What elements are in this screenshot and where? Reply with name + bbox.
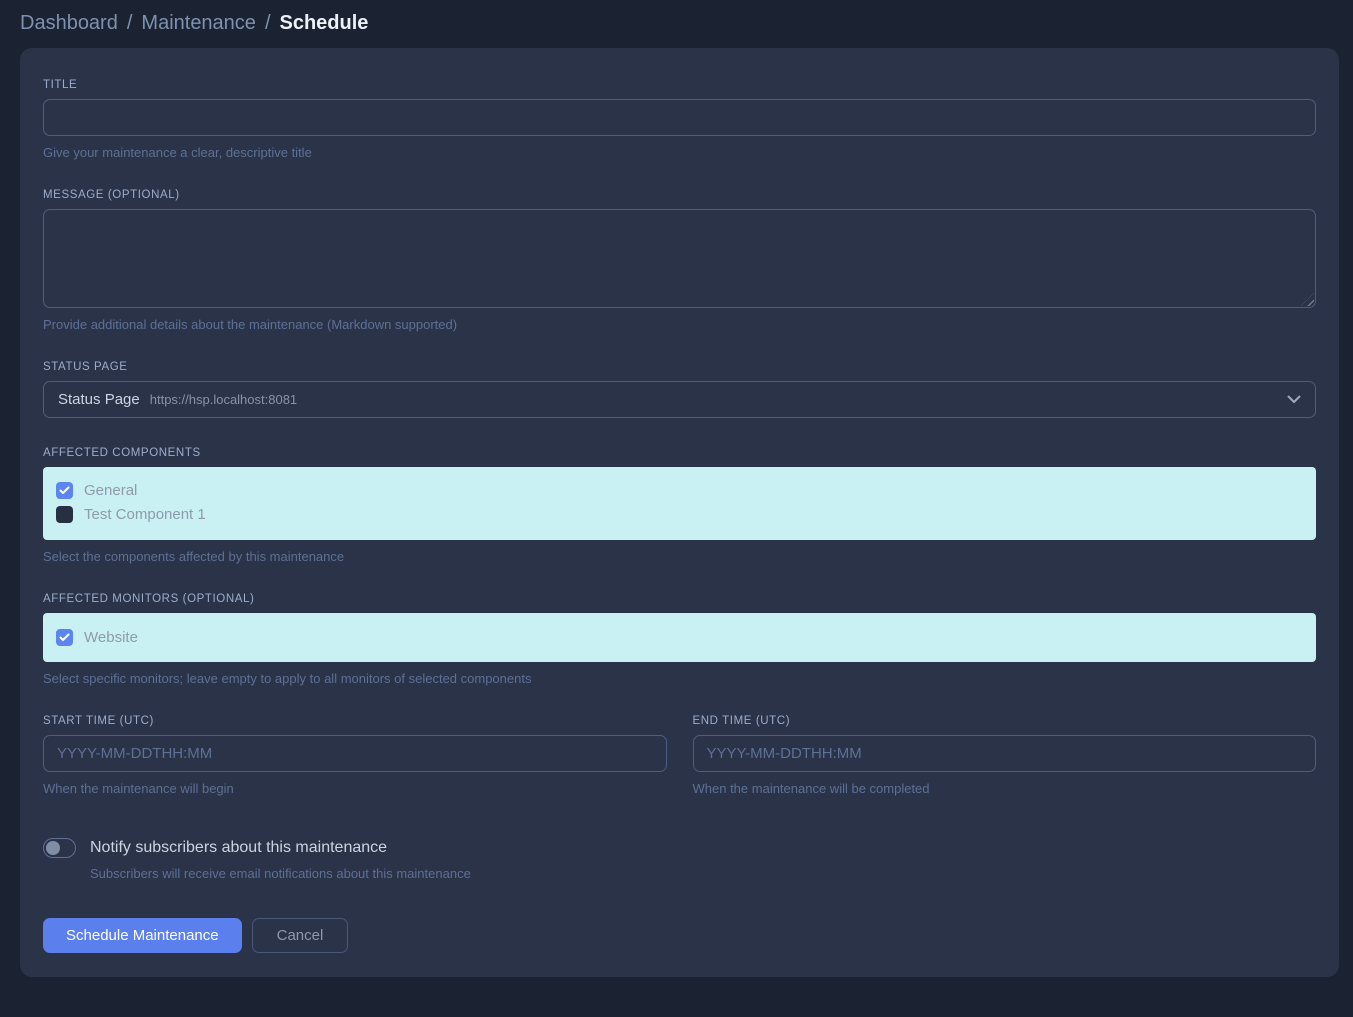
breadcrumb-dashboard[interactable]: Dashboard — [20, 12, 118, 35]
affected-monitors-group: AFFECTED MONITORS (OPTIONAL) Website Sel… — [43, 593, 1316, 686]
time-fields-row: START TIME (UTC) When the maintenance wi… — [43, 715, 1316, 796]
top-bar: Dashboard / Maintenance / Schedule — [0, 0, 1353, 45]
affected-components-panel: General Test Component 1 — [43, 467, 1316, 540]
start-time-label: START TIME (UTC) — [43, 715, 667, 727]
component-checkbox-row-test-component-1[interactable]: Test Component 1 — [56, 506, 1304, 523]
schedule-maintenance-form-card: TITLE Give your maintenance a clear, des… — [20, 48, 1339, 977]
breadcrumb-separator: / — [127, 12, 133, 35]
title-field-group: TITLE Give your maintenance a clear, des… — [43, 79, 1316, 160]
breadcrumb-current-schedule: Schedule — [280, 12, 369, 35]
schedule-maintenance-button[interactable]: Schedule Maintenance — [43, 918, 242, 953]
end-time-input[interactable] — [693, 735, 1317, 772]
toggle-knob — [46, 841, 60, 855]
status-page-url: https://hsp.localhost:8081 — [150, 392, 297, 407]
notify-subscribers-toggle[interactable] — [43, 838, 76, 858]
checkbox-general[interactable] — [56, 482, 73, 499]
affected-monitors-panel: Website — [43, 613, 1316, 662]
chevron-down-icon — [1287, 395, 1301, 404]
breadcrumb: Dashboard / Maintenance / Schedule — [20, 12, 1333, 35]
component-label-general: General — [84, 482, 137, 499]
breadcrumb-separator: / — [265, 12, 271, 35]
message-textarea[interactable] — [43, 209, 1316, 308]
message-label: MESSAGE (OPTIONAL) — [43, 189, 1316, 201]
start-time-field-group: START TIME (UTC) When the maintenance wi… — [43, 715, 667, 796]
notify-subscribers-group: Notify subscribers about this maintenanc… — [43, 838, 1316, 881]
affected-monitors-helper-text: Select specific monitors; leave empty to… — [43, 671, 1316, 686]
notify-subscribers-label: Notify subscribers about this maintenanc… — [90, 839, 387, 857]
affected-monitors-label: AFFECTED MONITORS (OPTIONAL) — [43, 593, 1316, 605]
checkbox-test-component-1[interactable] — [56, 506, 73, 523]
start-time-helper-text: When the maintenance will begin — [43, 781, 667, 796]
cancel-button[interactable]: Cancel — [252, 918, 349, 953]
status-page-selected-value: Status Page — [58, 391, 140, 408]
notify-subscribers-helper-text: Subscribers will receive email notificat… — [90, 866, 1316, 881]
component-label-test-component-1: Test Component 1 — [84, 506, 206, 523]
affected-components-helper-text: Select the components affected by this m… — [43, 549, 1316, 564]
affected-components-label: AFFECTED COMPONENTS — [43, 447, 1316, 459]
breadcrumb-maintenance[interactable]: Maintenance — [141, 12, 256, 35]
component-checkbox-row-general[interactable]: General — [56, 482, 1304, 499]
monitor-label-website: Website — [84, 629, 138, 646]
status-page-field-group: STATUS PAGE Status Page https://hsp.loca… — [43, 361, 1316, 418]
title-input[interactable] — [43, 99, 1316, 136]
message-helper-text: Provide additional details about the mai… — [43, 317, 1316, 332]
end-time-field-group: END TIME (UTC) When the maintenance will… — [693, 715, 1317, 796]
affected-components-group: AFFECTED COMPONENTS General Test Compone… — [43, 447, 1316, 564]
title-label: TITLE — [43, 79, 1316, 91]
checkbox-website[interactable] — [56, 629, 73, 646]
form-actions-row: Schedule Maintenance Cancel — [43, 918, 1316, 953]
start-time-input[interactable] — [43, 735, 667, 772]
status-page-label: STATUS PAGE — [43, 361, 1316, 373]
status-page-select[interactable]: Status Page https://hsp.localhost:8081 — [43, 381, 1316, 418]
monitor-checkbox-row-website[interactable]: Website — [56, 629, 1304, 646]
end-time-helper-text: When the maintenance will be completed — [693, 781, 1317, 796]
notify-subscribers-toggle-row[interactable]: Notify subscribers about this maintenanc… — [43, 838, 1316, 858]
end-time-label: END TIME (UTC) — [693, 715, 1317, 727]
title-helper-text: Give your maintenance a clear, descripti… — [43, 145, 1316, 160]
message-field-group: MESSAGE (OPTIONAL) Provide additional de… — [43, 189, 1316, 332]
